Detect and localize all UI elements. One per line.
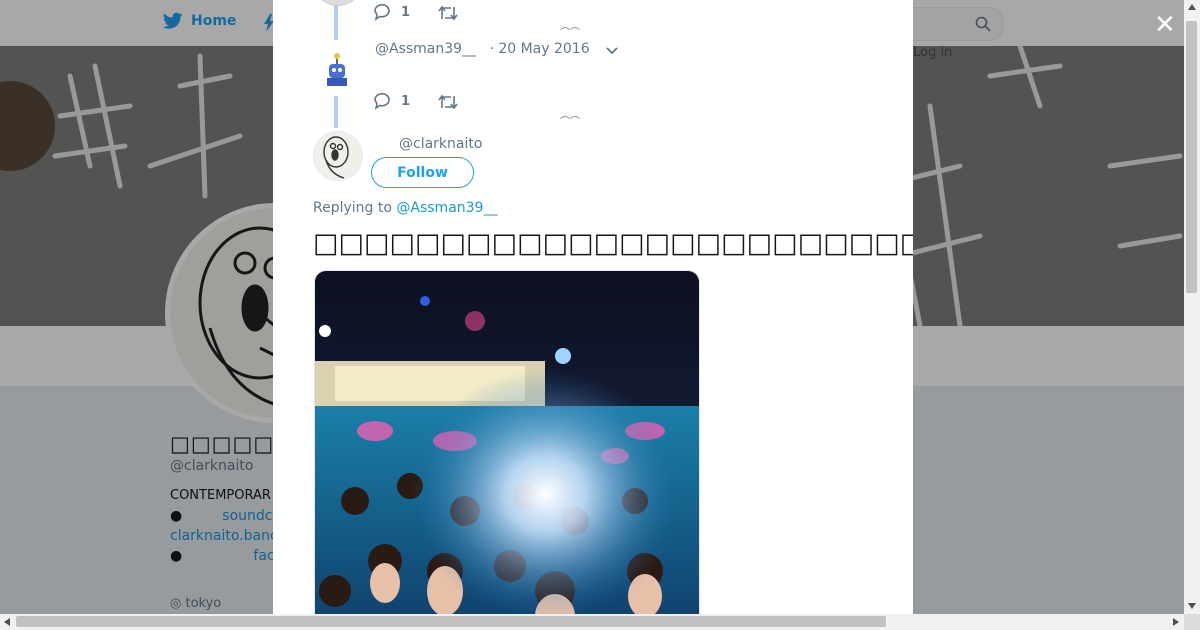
scroll-down-arrow-icon[interactable] <box>1188 603 1196 609</box>
scrollbar-corner <box>1184 614 1200 630</box>
clipped-icon: ⌒⌒ <box>560 117 580 128</box>
follow-button[interactable]: Follow <box>371 157 474 188</box>
scrollbar-thumb[interactable] <box>16 616 886 627</box>
reply-count: 1 <box>401 5 411 20</box>
login-link[interactable]: Log in <box>913 45 952 60</box>
tweet-date[interactable]: · 20 May 2016 <box>489 41 589 57</box>
replying-prefix: Replying to <box>313 200 392 216</box>
avatar[interactable] <box>313 0 363 6</box>
tweet-actions: 1 <box>373 93 458 110</box>
scroll-up-arrow-icon[interactable] <box>1188 4 1196 10</box>
tweet-text: □□□□□□□□□□□□□□□□□□□□□□□□□□□□□□□□□□□□□□□□… <box>313 228 913 259</box>
tweet-meta: @Assman39__ · 20 May 2016 <box>375 41 590 57</box>
tweet-modal: 1 ⌒⌒ @Assman39__ · 20 May 2016 1 ⌒⌒ @cla… <box>273 0 913 614</box>
tweet-photo[interactable] <box>314 270 700 614</box>
reply-button[interactable]: 1 <box>373 93 410 110</box>
replying-to-link[interactable]: @Assman39__ <box>396 200 497 216</box>
reply-button[interactable]: 1 <box>373 4 410 21</box>
tweet-actions: 1 <box>373 4 458 21</box>
close-icon[interactable]: ✕ <box>1154 12 1176 38</box>
avatar[interactable] <box>313 46 361 94</box>
clipped-icon: ⌒⌒ <box>560 28 580 39</box>
reply-count: 1 <box>401 94 411 109</box>
scrollbar-thumb[interactable] <box>1186 21 1197 293</box>
horizontal-scrollbar[interactable] <box>0 614 1184 630</box>
tweet-handle[interactable]: @Assman39__ <box>375 41 476 57</box>
scroll-left-arrow-icon[interactable] <box>4 618 10 626</box>
retweet-icon[interactable] <box>438 5 458 21</box>
vertical-scrollbar[interactable] <box>1184 0 1200 614</box>
thread-line <box>334 0 338 40</box>
replying-to: Replying to @Assman39__ <box>313 200 497 216</box>
retweet-icon[interactable] <box>438 94 458 110</box>
scroll-right-arrow-icon[interactable] <box>1173 618 1179 626</box>
thread-line <box>334 96 338 128</box>
author-handle[interactable]: @clarknaito <box>399 136 482 152</box>
reply-icon <box>374 4 390 21</box>
author-avatar[interactable] <box>313 131 363 181</box>
chevron-down-icon[interactable] <box>606 47 618 55</box>
reply-icon <box>374 93 390 110</box>
